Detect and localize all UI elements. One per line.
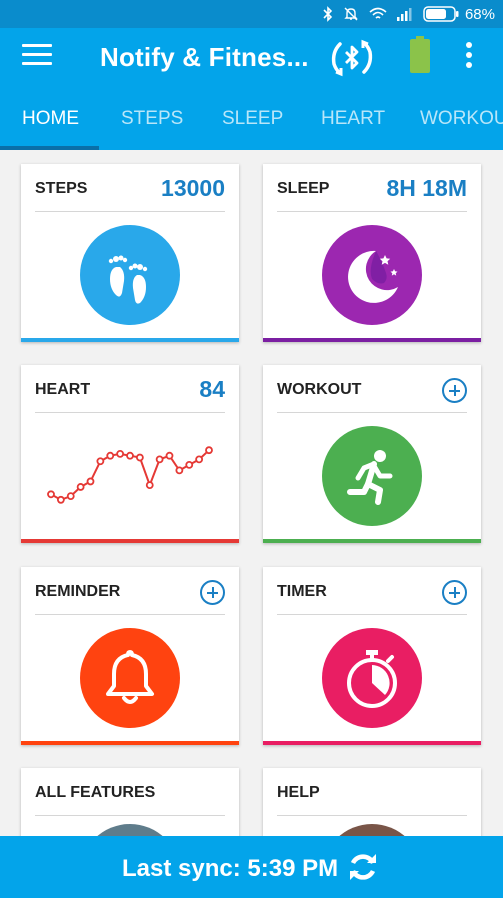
bluetooth-icon — [323, 6, 333, 22]
heart-rate-point — [76, 483, 85, 491]
signal-icon — [396, 7, 412, 21]
heart-rate-point — [56, 495, 65, 504]
heart-rate-point — [165, 451, 174, 460]
heart-rate-chart — [47, 446, 213, 504]
heart-rate-point — [116, 449, 125, 458]
heart-rate-point — [66, 492, 75, 501]
heart-value: 84 — [199, 376, 225, 402]
card-header: ALL FEATURES — [35, 768, 225, 816]
heart-rate-point — [96, 457, 105, 466]
tab-steps[interactable]: STEPS — [121, 108, 183, 130]
app-bar: Notify & Fitnes... — [0, 28, 503, 90]
status-icons: 68% — [323, 4, 495, 24]
steps-value: 13000 — [161, 175, 225, 201]
card-header: STEPS 13000 — [35, 164, 225, 212]
workout-label: WORKOUT — [277, 381, 362, 398]
heart-rate-point — [175, 466, 184, 475]
all-features-label: ALL FEATURES — [35, 784, 156, 801]
card-header: HEART 84 — [35, 365, 225, 413]
steps-card[interactable]: STEPS 13000 — [21, 164, 239, 342]
status-bar: 68% — [0, 0, 503, 28]
card-header: TIMER — [277, 567, 467, 615]
tab-workout[interactable]: WORKOUT — [420, 108, 503, 130]
add-workout-button[interactable] — [442, 378, 467, 403]
tab-home[interactable]: HOME — [22, 108, 79, 130]
last-sync-text: Last sync: 5:39 PM — [122, 855, 339, 882]
battery-status: 68% — [423, 6, 495, 23]
heart-rate-point — [47, 490, 55, 499]
reminder-card[interactable]: REMINDER — [21, 567, 239, 745]
heart-rate-point — [155, 455, 164, 464]
moon-stars-icon — [322, 225, 422, 325]
heart-rate-point — [185, 460, 194, 469]
workout-card[interactable]: WORKOUT — [263, 365, 481, 543]
card-accent-bar — [21, 741, 239, 745]
tab-sleep[interactable]: SLEEP — [222, 108, 283, 130]
heart-rate-point — [195, 455, 204, 464]
bell-icon — [80, 628, 180, 728]
mute-icon — [344, 7, 358, 21]
heart-rate-point — [205, 446, 213, 455]
timer-label: TIMER — [277, 583, 327, 600]
bluetooth-sync-icon[interactable] — [328, 36, 376, 80]
refresh-icon[interactable] — [347, 851, 379, 883]
card-accent-bar — [21, 338, 239, 342]
card-accent-bar — [263, 539, 481, 543]
phone-battery-icon — [409, 36, 431, 74]
tab-indicator — [0, 146, 99, 150]
card-accent-bar — [263, 741, 481, 745]
timer-card[interactable]: TIMER — [263, 567, 481, 745]
card-header: HELP — [277, 768, 467, 816]
card-accent-bar — [263, 338, 481, 342]
tab-bar: HOME STEPS SLEEP HEART WORKOUT — [0, 90, 503, 150]
add-reminder-button[interactable] — [200, 580, 225, 605]
card-header: REMINDER — [35, 567, 225, 615]
footprints-icon — [80, 225, 180, 325]
menu-icon[interactable] — [22, 44, 52, 70]
running-person-icon — [322, 426, 422, 526]
wifi-icon — [369, 7, 387, 19]
heart-rate-point — [86, 477, 95, 486]
sleep-card[interactable]: SLEEP 8H 18M — [263, 164, 481, 342]
card-accent-bar — [21, 539, 239, 543]
heart-label: HEART — [35, 381, 91, 398]
heart-rate-point — [135, 453, 144, 462]
heart-rate-point — [126, 451, 134, 460]
overflow-menu-icon[interactable] — [462, 42, 476, 72]
sleep-label: SLEEP — [277, 180, 330, 197]
heart-card[interactable]: HEART 84 — [21, 365, 239, 543]
tab-heart[interactable]: HEART — [321, 108, 385, 130]
sync-bar[interactable]: Last sync: 5:39 PM — [0, 836, 503, 898]
battery-icon — [423, 6, 459, 22]
add-timer-button[interactable] — [442, 580, 467, 605]
heart-rate-point — [106, 451, 115, 460]
card-header: SLEEP 8H 18M — [277, 164, 467, 212]
app-title: Notify & Fitnes... — [100, 42, 309, 72]
help-label: HELP — [277, 784, 320, 801]
sleep-value: 8H 18M — [386, 175, 467, 201]
card-header: WORKOUT — [277, 365, 467, 413]
battery-percent: 68% — [464, 5, 495, 23]
steps-label: STEPS — [35, 180, 88, 197]
stopwatch-icon — [322, 628, 422, 728]
reminder-label: REMINDER — [35, 583, 121, 600]
heart-rate-point — [145, 481, 154, 490]
